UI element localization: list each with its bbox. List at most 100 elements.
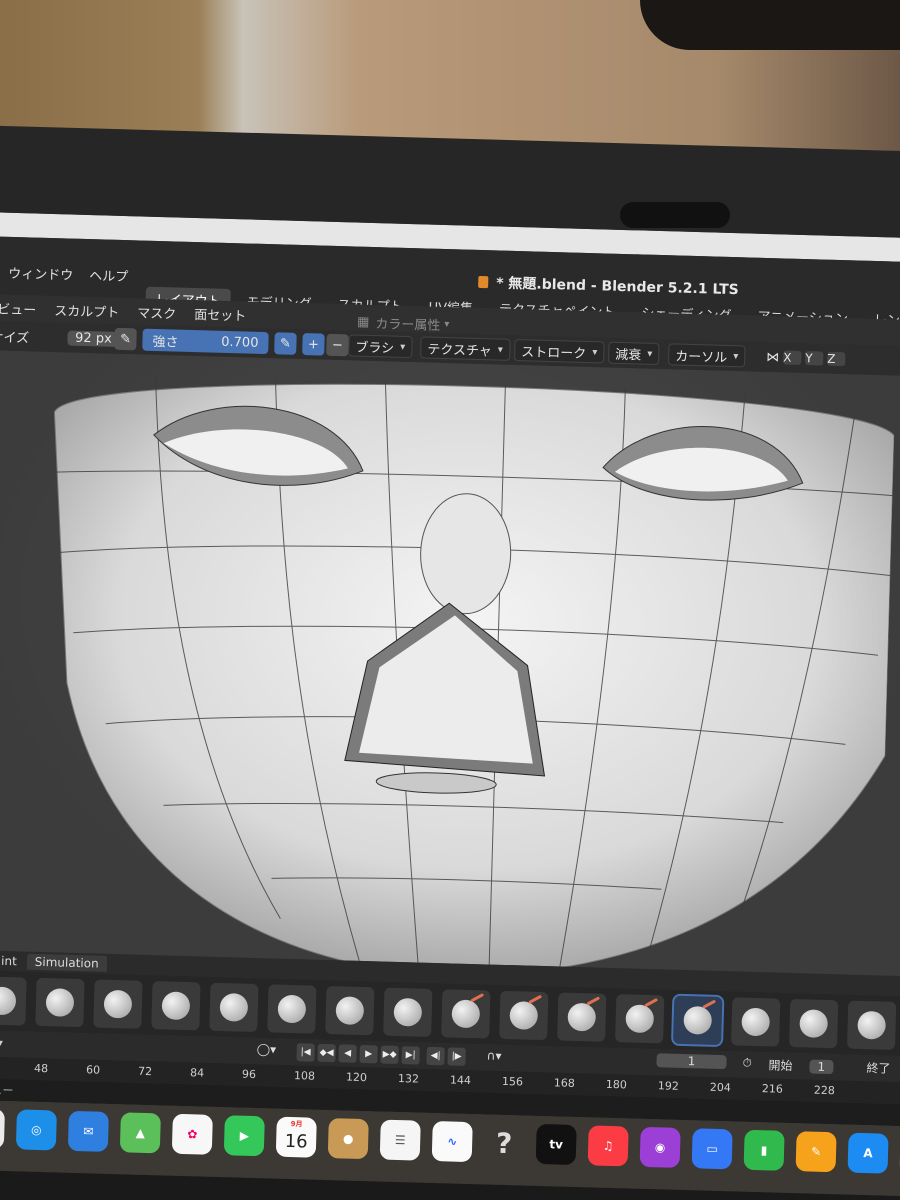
facetime-icon[interactable]: ▶ — [223, 1115, 265, 1157]
unknown-app-icon[interactable]: ? — [484, 1122, 525, 1163]
brush-preview-icon — [277, 994, 307, 1024]
brush-thumbnail[interactable] — [325, 985, 375, 1036]
frame-tick: 168 — [553, 1076, 576, 1090]
calendar-month: 9月 — [290, 1120, 303, 1129]
brush-preview-icon — [451, 999, 481, 1029]
brush-thumbnail[interactable] — [267, 984, 317, 1034]
menu-window[interactable]: ウィンドウ — [8, 263, 74, 284]
jump-start-icon[interactable]: |◀ — [296, 1043, 315, 1062]
3d-viewport[interactable] — [0, 349, 900, 977]
apple-tv-icon[interactable]: tv — [535, 1123, 577, 1166]
launchpad-icon[interactable] — [0, 1107, 5, 1150]
menu-help[interactable]: ヘルプ — [89, 265, 129, 285]
axis-y-toggle[interactable]: Y — [805, 351, 824, 366]
brush-thumbnail[interactable] — [441, 989, 491, 1039]
app-store-icon[interactable]: A — [847, 1132, 889, 1174]
brush-thumbnail[interactable] — [789, 998, 839, 1049]
brush-accent-icon — [586, 996, 601, 1006]
start-frame-field[interactable]: 開始 1 — [768, 1056, 834, 1075]
brush-preview-icon — [625, 1004, 655, 1034]
add-button[interactable]: + — [302, 333, 325, 356]
step-forward-icon[interactable]: |▶ — [447, 1047, 466, 1066]
texture-dropdown[interactable]: テクスチャ ▾ — [420, 336, 511, 361]
brush-thumbnail[interactable] — [383, 987, 433, 1037]
tab-simulation[interactable]: Simulation — [26, 953, 107, 972]
brush-thumbnail[interactable] — [209, 982, 259, 1033]
chevron-down-icon: ▾ — [647, 348, 653, 360]
color-attr-label[interactable]: カラー属性 — [375, 313, 441, 334]
current-frame-field[interactable]: 1 — [656, 1053, 727, 1070]
numbers-icon[interactable]: ▮ — [743, 1129, 785, 1171]
symmetry-group: ⋈ X Y Z — [766, 346, 846, 370]
frame-tick: 72 — [137, 1064, 153, 1079]
texture-dropdown-label: テクスチャ — [427, 342, 493, 359]
strength-slider[interactable]: 強さ 0.700 — [142, 328, 269, 355]
snap-icon[interactable]: ∩▾ — [486, 1048, 501, 1062]
size-field[interactable]: 92 px — [66, 329, 120, 347]
contacts-icon[interactable]: ● — [327, 1118, 369, 1160]
safari-icon[interactable]: ◎ — [15, 1109, 57, 1151]
calendar-day: 16 — [284, 1130, 308, 1153]
brush-accent-icon — [470, 993, 485, 1003]
brush-thumbnail[interactable] — [151, 981, 201, 1031]
mail-icon[interactable]: ✉ — [67, 1110, 109, 1152]
brush-thumbnail[interactable] — [499, 990, 549, 1041]
axis-z-toggle[interactable]: Z — [827, 351, 846, 367]
color-attr-group: ▦ カラー属性 ▾ — [357, 311, 450, 336]
brush-thumbnail[interactable] — [93, 979, 143, 1029]
color-attr-icon: ▦ — [356, 314, 370, 330]
current-frame-value: 1 — [656, 1053, 727, 1070]
menu-sculpt[interactable]: スカルプト — [54, 300, 120, 321]
maps-icon[interactable]: ▲ — [119, 1112, 161, 1154]
jump-end-icon[interactable]: ▶| — [401, 1046, 420, 1065]
playback-menu[interactable]: 再生▾ — [0, 1034, 3, 1052]
reminders-icon[interactable]: ☰ — [379, 1119, 421, 1161]
brush-preview-icon — [0, 986, 17, 1016]
face-mesh — [52, 374, 895, 976]
frame-tick: 156 — [501, 1074, 524, 1089]
next-keyframe-icon[interactable]: ▶◆ — [380, 1045, 399, 1065]
stroke-dropdown[interactable]: ストローク ▾ — [514, 338, 605, 364]
cursor-dropdown-label: カーソル — [675, 348, 728, 366]
keynote-icon[interactable]: ▭ — [691, 1128, 733, 1170]
falloff-dropdown-label: 減衰 — [615, 347, 642, 364]
symmetry-icon: ⋈ — [766, 349, 780, 365]
brush-thumbnail[interactable] — [0, 976, 27, 1026]
pages-icon[interactable]: ✎ — [795, 1131, 837, 1173]
play-icon[interactable]: ▶ — [359, 1044, 378, 1064]
falloff-dropdown[interactable]: 減衰 ▾ — [608, 341, 660, 366]
cursor-dropdown[interactable]: カーソル ▾ — [667, 343, 746, 368]
pen-pressure-strength-icon[interactable]: ✎ — [274, 332, 297, 355]
step-back-icon[interactable]: ◀| — [426, 1046, 445, 1066]
chevron-down-icon: ▾ — [444, 318, 450, 330]
brush-thumbnail-active[interactable] — [670, 993, 725, 1048]
brush-thumbnail[interactable] — [35, 977, 85, 1028]
brush-dropdown[interactable]: ブラシ ▾ — [348, 334, 413, 359]
keying-icon[interactable]: ◯▾ — [257, 1042, 277, 1057]
podcasts-icon[interactable]: ◉ — [639, 1126, 681, 1168]
tab-paint[interactable]: Paint — [0, 952, 25, 969]
stroke-dropdown-label: ストローク — [521, 344, 587, 362]
menu-mask[interactable]: マスク — [137, 302, 177, 322]
freeform-icon[interactable]: ∿ — [431, 1120, 473, 1163]
clock-icon[interactable]: ⏱ — [742, 1056, 752, 1071]
brush-thumbnail[interactable] — [615, 994, 665, 1044]
calendar-icon[interactable]: 9月 16 — [275, 1116, 317, 1158]
size-label: サイズ — [0, 329, 30, 346]
frame-tick: 60 — [85, 1063, 101, 1077]
menu-face-sets[interactable]: 面セット — [194, 304, 247, 324]
photos-icon[interactable]: ✿ — [171, 1113, 213, 1155]
music-icon[interactable]: ♫ — [587, 1125, 629, 1167]
brush-thumbnail[interactable] — [731, 997, 781, 1047]
brush-thumbnail[interactable] — [846, 1000, 897, 1050]
strength-label: 強さ — [152, 334, 179, 351]
blend-file-icon — [478, 275, 489, 289]
frame-tick: 108 — [293, 1069, 316, 1083]
subtract-button[interactable]: − — [326, 333, 349, 357]
axis-x-toggle[interactable]: X — [783, 350, 802, 365]
brush-thumbnail[interactable] — [557, 992, 607, 1042]
menu-view[interactable]: ビュー — [0, 298, 37, 318]
play-reverse-icon[interactable]: ◀ — [338, 1044, 357, 1063]
prev-keyframe-icon[interactable]: ◆◀ — [317, 1043, 336, 1063]
pen-pressure-icon[interactable]: ✎ — [114, 327, 137, 351]
